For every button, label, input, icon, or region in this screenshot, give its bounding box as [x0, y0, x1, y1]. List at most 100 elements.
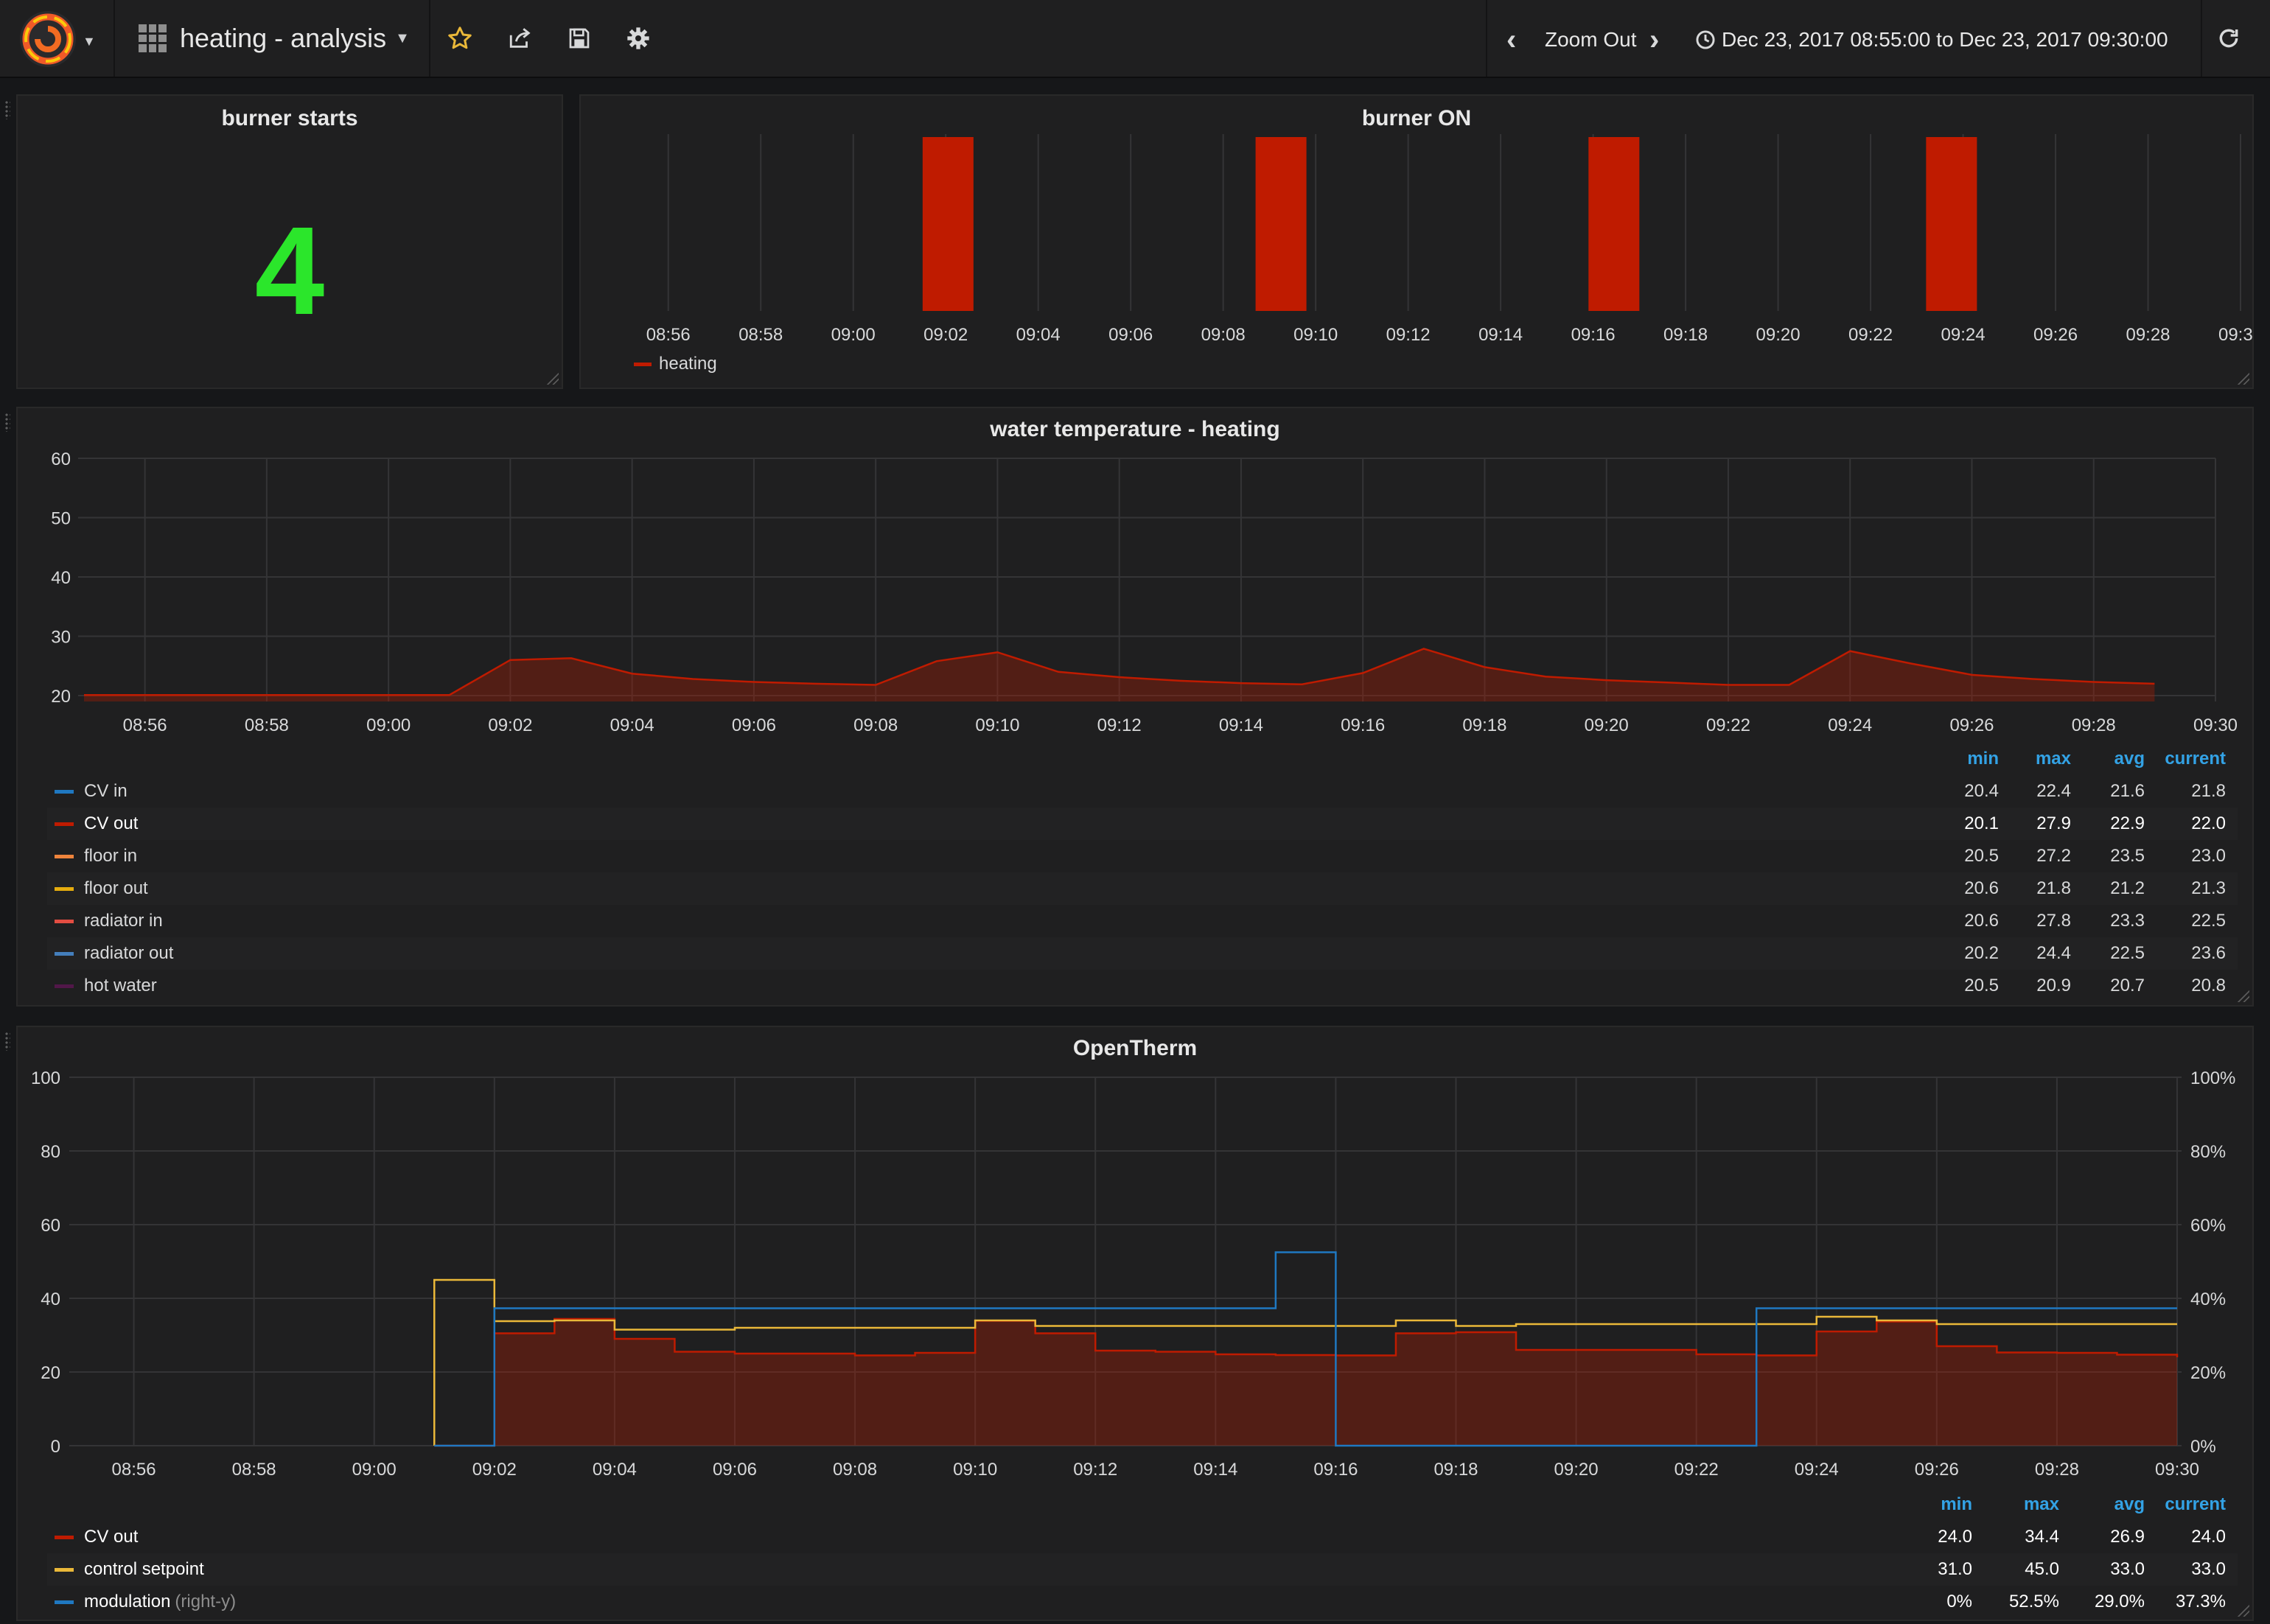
- zoom-out-button[interactable]: Zoom Out: [1545, 19, 1636, 60]
- y-tick-label: 30: [51, 628, 71, 648]
- panel-burner-on: burner ON 08:56 08:58 09:00 09:02 09:04 09:06…: [579, 94, 2254, 389]
- x-tick-label: 09:04: [1016, 325, 1061, 345]
- legend-current: 33.0: [2191, 1559, 2226, 1579]
- legend-row-radiator-in[interactable]: radiator in 20.6 27.8 23.3 22.5: [47, 905, 2238, 937]
- panel-resize-handle[interactable]: [2236, 1603, 2249, 1617]
- legend-series-name: floor in: [84, 846, 138, 866]
- legend-swatch: [55, 887, 74, 891]
- legend-header-current[interactable]: current: [2165, 743, 2226, 775]
- save-button[interactable]: [562, 21, 597, 56]
- y-tick-label: 60: [51, 449, 71, 469]
- x-tick-label: 09:16: [1341, 715, 1385, 732]
- grafana-logo-icon[interactable]: [18, 9, 78, 69]
- x-tick-label: 09:16: [1571, 325, 1616, 345]
- y-tick-label: 40: [51, 568, 71, 588]
- legend-min: 20.2: [1964, 943, 1999, 963]
- legend-header-avg[interactable]: avg: [2114, 1488, 2145, 1521]
- y2-tick-label: 60%: [2190, 1216, 2226, 1236]
- legend-current: 24.0: [2191, 1527, 2226, 1547]
- x-tick-label: 09:22: [1706, 715, 1750, 732]
- refresh-button[interactable]: [2211, 21, 2246, 56]
- x-tick-label: 09:06: [713, 1460, 757, 1480]
- share-icon: [509, 28, 531, 48]
- legend-min: 20.1: [1964, 813, 1999, 833]
- legend-row-cv-out[interactable]: CV out 24.0 34.4 26.9 24.0: [47, 1521, 2238, 1553]
- legend-current: 23.6: [2191, 943, 2226, 963]
- legend-max: 45.0: [2025, 1559, 2059, 1579]
- legend-header-current[interactable]: current: [2165, 1488, 2226, 1521]
- time-range-picker[interactable]: Dec 23, 2017 08:55:00 to Dec 23, 2017 09…: [1695, 19, 2168, 60]
- x-tick-label: 09:20: [1585, 715, 1629, 732]
- legend-item-heating[interactable]: heating: [634, 354, 717, 374]
- legend-header-avg[interactable]: avg: [2114, 743, 2145, 775]
- legend-header-min[interactable]: min: [1967, 743, 1999, 775]
- panel-resize-handle[interactable]: [545, 371, 559, 385]
- legend-row-floor-in[interactable]: floor in 20.5 27.2 23.5 23.0: [47, 840, 2238, 872]
- legend-row-cv-in[interactable]: CV in 20.4 22.4 21.6 21.8: [47, 775, 2238, 808]
- legend-header-max[interactable]: max: [2036, 743, 2071, 775]
- row-drag-handle[interactable]: [4, 413, 10, 432]
- x-tick-label: 09:14: [1193, 1460, 1237, 1480]
- panel-burner-starts: burner starts 4: [16, 94, 563, 389]
- legend-series-name: CV in: [84, 781, 128, 801]
- panel-title[interactable]: burner starts: [18, 106, 562, 131]
- x-tick-label: 09:06: [732, 715, 776, 732]
- zoom-out-label: Zoom Out: [1545, 28, 1637, 51]
- panel-resize-handle[interactable]: [2236, 371, 2249, 385]
- legend-row-cv-out[interactable]: CV out 20.1 27.9 22.9 22.0: [47, 808, 2238, 840]
- legend-series-name: control setpoint: [84, 1553, 204, 1586]
- time-range-label: Dec 23, 2017 08:55:00 to Dec 23, 2017 09…: [1722, 28, 2168, 51]
- legend-max: 24.4: [2036, 943, 2071, 963]
- water-temperature-chart: 60 50 40 30 20 08:56 08:58 09:00 09:02 09:04 09:06…: [51, 449, 2238, 732]
- row-drag-handle[interactable]: [4, 1032, 10, 1051]
- x-tick-label: 09:18: [1462, 715, 1506, 732]
- x-tick-label: 09:26: [2033, 325, 2078, 345]
- legend-series-name: modulation (right-y): [84, 1586, 236, 1618]
- logo-caret-icon[interactable]: ▼: [83, 34, 96, 49]
- legend-series-label: CV out: [84, 1527, 139, 1547]
- legend-row-radiator-out[interactable]: radiator out 20.2 24.4 22.5 23.6: [47, 937, 2238, 970]
- y2-tick-label: 20%: [2190, 1363, 2226, 1383]
- legend-row-hot-water[interactable]: hot water 20.5 20.9 20.7 20.8: [47, 970, 2238, 1002]
- x-tick-label: 09:04: [593, 1460, 637, 1480]
- x-tick-label: 09:18: [1433, 1460, 1478, 1480]
- legend-avg: 29.0%: [2094, 1592, 2145, 1611]
- settings-button[interactable]: [621, 21, 656, 56]
- opentherm-chart: 100 100% 80 80% 60 60% 40 40% 20 20% 0 0% 08:56 08:58…: [31, 1068, 2235, 1480]
- legend-header-min[interactable]: min: [1941, 1488, 1972, 1521]
- x-tick-label: 08:58: [245, 715, 289, 732]
- panel-resize-handle[interactable]: [2236, 989, 2249, 1002]
- star-button[interactable]: [442, 21, 478, 56]
- legend-min: 24.0: [1938, 1527, 1972, 1547]
- legend-row-control-setpoint[interactable]: control setpoint 31.0 45.0 33.0 33.0: [47, 1553, 2238, 1586]
- chevron-left-icon[interactable]: ‹: [1506, 24, 1516, 57]
- legend-min: 20.5: [1964, 976, 1999, 995]
- legend-current: 22.0: [2191, 813, 2226, 833]
- y-tick-label: 20: [51, 687, 71, 707]
- x-tick-label: 09:16: [1313, 1460, 1358, 1480]
- y-tick-label: 40: [41, 1289, 60, 1309]
- panel-water-temperature: water temperature - heating 60 50 40 30 20 08…: [16, 407, 2254, 1007]
- legend-row-floor-out[interactable]: floor out 20.6 21.8 21.2 21.3: [47, 872, 2238, 905]
- nav-separator: [429, 0, 430, 77]
- x-tick-label: 09:28: [2072, 715, 2116, 732]
- x-tick-label: 09:10: [953, 1460, 997, 1480]
- legend-swatch: [55, 920, 74, 923]
- legend-header-max[interactable]: max: [2024, 1488, 2059, 1521]
- dashboard-title-picker[interactable]: heating - analysis ▼: [139, 18, 410, 59]
- x-tick-label: 09:02: [472, 1460, 517, 1480]
- x-tick-label: 09:28: [2035, 1460, 2079, 1480]
- y2-tick-label: 40%: [2190, 1289, 2226, 1309]
- legend-swatch: [634, 362, 652, 366]
- legend-series-name: hot water: [84, 976, 157, 995]
- chevron-right-icon[interactable]: ›: [1649, 24, 1659, 57]
- x-tick-label: 09:02: [488, 715, 532, 732]
- y-tick-label: 0: [51, 1437, 60, 1457]
- legend-row-modulation[interactable]: modulation (right-y) 0% 52.5% 29.0% 37.3%: [47, 1586, 2238, 1618]
- legend-swatch: [55, 1568, 74, 1572]
- x-tick-label: 09:24: [1795, 1460, 1839, 1480]
- singlestat-value: 4: [254, 201, 325, 341]
- row-drag-handle[interactable]: [4, 100, 10, 119]
- share-button[interactable]: [503, 21, 538, 56]
- panel-opentherm: OpenTherm 100 100% 80 80% 60 60% 40 40% 20 20% 0 0%…: [16, 1026, 2254, 1621]
